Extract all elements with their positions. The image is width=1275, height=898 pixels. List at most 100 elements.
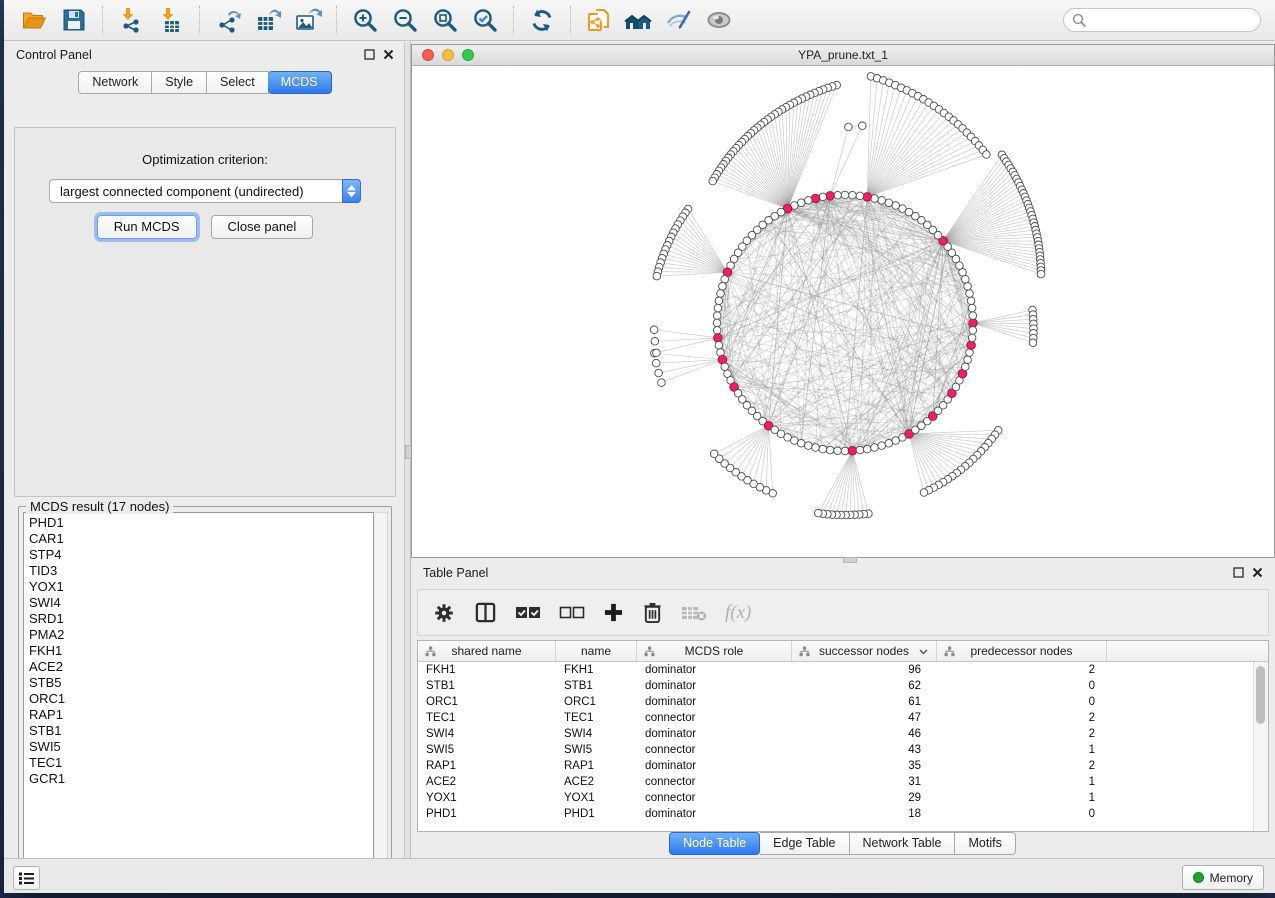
zoom-fit-icon[interactable]: [428, 4, 462, 36]
table-cell-name[interactable]: ACE2: [556, 774, 637, 790]
table-row[interactable]: FKH1FKH1dominator962: [418, 662, 1253, 678]
table-cell-shared[interactable]: FKH1: [418, 662, 556, 678]
table-cell-shared[interactable]: SWI5: [418, 742, 556, 758]
table-cell-name[interactable]: FKH1: [556, 662, 637, 678]
delete-column-trash-icon[interactable]: [642, 601, 663, 624]
table-cell-name[interactable]: STB1: [556, 678, 637, 694]
table-cell-succ[interactable]: 35: [792, 758, 937, 774]
table-cell-role[interactable]: dominator: [637, 806, 792, 822]
table-row[interactable]: PHD1PHD1dominator180: [418, 806, 1253, 822]
mcds-result-item[interactable]: TID3: [29, 563, 373, 579]
tab-mcds[interactable]: MCDS: [268, 71, 332, 94]
table-cell-shared[interactable]: STB1: [418, 678, 556, 694]
horizontal-splitter-grip-icon[interactable]: [843, 557, 857, 563]
table-row[interactable]: YOX1YOX1connector291: [418, 790, 1253, 806]
table-cell-role[interactable]: connector: [637, 710, 792, 726]
vertical-splitter[interactable]: [404, 42, 411, 858]
table-cell-succ[interactable]: 61: [792, 694, 937, 710]
table-cell-succ[interactable]: 31: [792, 774, 937, 790]
close-panel-icon[interactable]: [1252, 567, 1263, 578]
table-cell-shared[interactable]: TEC1: [418, 710, 556, 726]
mcds-result-item[interactable]: PMA2: [29, 627, 373, 643]
table-cell-role[interactable]: dominator: [637, 662, 792, 678]
hide-annotations-icon[interactable]: [662, 4, 696, 36]
table-cell-role[interactable]: dominator: [637, 726, 792, 742]
table-scrollbar-thumb[interactable]: [1256, 666, 1265, 724]
search-input[interactable]: [1092, 13, 1252, 27]
mcds-result-item[interactable]: PHD1: [29, 515, 373, 531]
tab-network[interactable]: Network: [78, 71, 152, 94]
table-row[interactable]: ORC1ORC1dominator610: [418, 694, 1253, 710]
table-cell-shared[interactable]: SWI4: [418, 726, 556, 742]
table-cell-name[interactable]: PHD1: [556, 806, 637, 822]
show-columns-icon[interactable]: [474, 601, 497, 624]
table-cell-succ[interactable]: 62: [792, 678, 937, 694]
table-cell-pred[interactable]: 1: [937, 774, 1107, 790]
table-cell-name[interactable]: SWI5: [556, 742, 637, 758]
search-box[interactable]: [1063, 8, 1261, 32]
mcds-result-item[interactable]: SWI5: [29, 739, 373, 755]
mcds-result-item[interactable]: CAR1: [29, 531, 373, 547]
table-cell-shared[interactable]: PHD1: [418, 806, 556, 822]
import-table-icon[interactable]: [154, 4, 188, 36]
mcds-result-item[interactable]: RAP1: [29, 707, 373, 723]
mcds-result-item[interactable]: YOX1: [29, 579, 373, 595]
table-cell-succ[interactable]: 47: [792, 710, 937, 726]
table-cell-name[interactable]: ORC1: [556, 694, 637, 710]
mcds-result-item[interactable]: SRD1: [29, 611, 373, 627]
column-header-mcds-role[interactable]: MCDS role: [637, 641, 792, 661]
table-row[interactable]: STB1STB1dominator620: [418, 678, 1253, 694]
table-settings-gear-icon[interactable]: [432, 601, 456, 625]
table-cell-succ[interactable]: 29: [792, 790, 937, 806]
table-cell-pred[interactable]: 1: [937, 790, 1107, 806]
mcds-result-item[interactable]: SWI4: [29, 595, 373, 611]
run-mcds-button[interactable]: Run MCDS: [97, 215, 197, 239]
table-cell-pred[interactable]: 1: [937, 742, 1107, 758]
table-cell-shared[interactable]: RAP1: [418, 758, 556, 774]
zoom-in-icon[interactable]: [348, 4, 382, 36]
column-header-name[interactable]: name: [556, 641, 637, 661]
table-cell-succ[interactable]: 46: [792, 726, 937, 742]
unselect-all-columns-icon[interactable]: [559, 605, 585, 621]
table-cell-shared[interactable]: YOX1: [418, 790, 556, 806]
mcds-result-item[interactable]: STB1: [29, 723, 373, 739]
mcds-result-item[interactable]: ORC1: [29, 691, 373, 707]
table-cell-name[interactable]: SWI4: [556, 726, 637, 742]
table-cell-role[interactable]: dominator: [637, 678, 792, 694]
table-cell-pred[interactable]: 2: [937, 710, 1107, 726]
mcds-result-item[interactable]: STP4: [29, 547, 373, 563]
optimization-criterion-select[interactable]: largest connected component (undirected): [49, 179, 361, 203]
column-header-successor-nodes[interactable]: successor nodes: [792, 641, 937, 661]
show-graphics-icon[interactable]: [702, 4, 736, 36]
mcds-result-item[interactable]: STB5: [29, 675, 373, 691]
mcds-result-item[interactable]: FKH1: [29, 643, 373, 659]
table-cell-succ[interactable]: 18: [792, 806, 937, 822]
close-panel-icon[interactable]: [383, 49, 394, 60]
float-panel-icon[interactable]: [1233, 567, 1244, 578]
network-graph[interactable]: [412, 66, 1274, 557]
select-all-columns-icon[interactable]: [515, 605, 541, 621]
tab-style[interactable]: Style: [152, 71, 207, 94]
export-network-icon[interactable]: [211, 4, 245, 36]
network-window-titlebar[interactable]: YPA_prune.txt_1: [412, 45, 1274, 66]
save-session-icon[interactable]: [57, 4, 91, 36]
tab-edge-table[interactable]: Edge Table: [760, 832, 849, 855]
open-file-icon[interactable]: [17, 4, 51, 36]
table-row[interactable]: SWI5SWI5connector431: [418, 742, 1253, 758]
clone-network-icon[interactable]: [582, 4, 616, 36]
column-header-predecessor-nodes[interactable]: predecessor nodes: [937, 641, 1107, 661]
table-row[interactable]: RAP1RAP1dominator352: [418, 758, 1253, 774]
mcds-result-list[interactable]: PHD1CAR1STP4TID3YOX1SWI4SRD1PMA2FKH1ACE2…: [23, 512, 374, 877]
column-header-shared-name[interactable]: shared name: [418, 641, 556, 661]
close-panel-button[interactable]: Close panel: [211, 215, 314, 239]
table-row[interactable]: ACE2ACE2connector311: [418, 774, 1253, 790]
table-cell-shared[interactable]: ACE2: [418, 774, 556, 790]
table-cell-role[interactable]: dominator: [637, 758, 792, 774]
table-row[interactable]: TEC1TEC1connector472: [418, 710, 1253, 726]
table-cell-role[interactable]: dominator: [637, 694, 792, 710]
table-cell-name[interactable]: TEC1: [556, 710, 637, 726]
log-console-button[interactable]: [13, 866, 40, 890]
table-cell-name[interactable]: RAP1: [556, 758, 637, 774]
table-cell-pred[interactable]: 0: [937, 806, 1107, 822]
table-row[interactable]: SWI4SWI4dominator462: [418, 726, 1253, 742]
